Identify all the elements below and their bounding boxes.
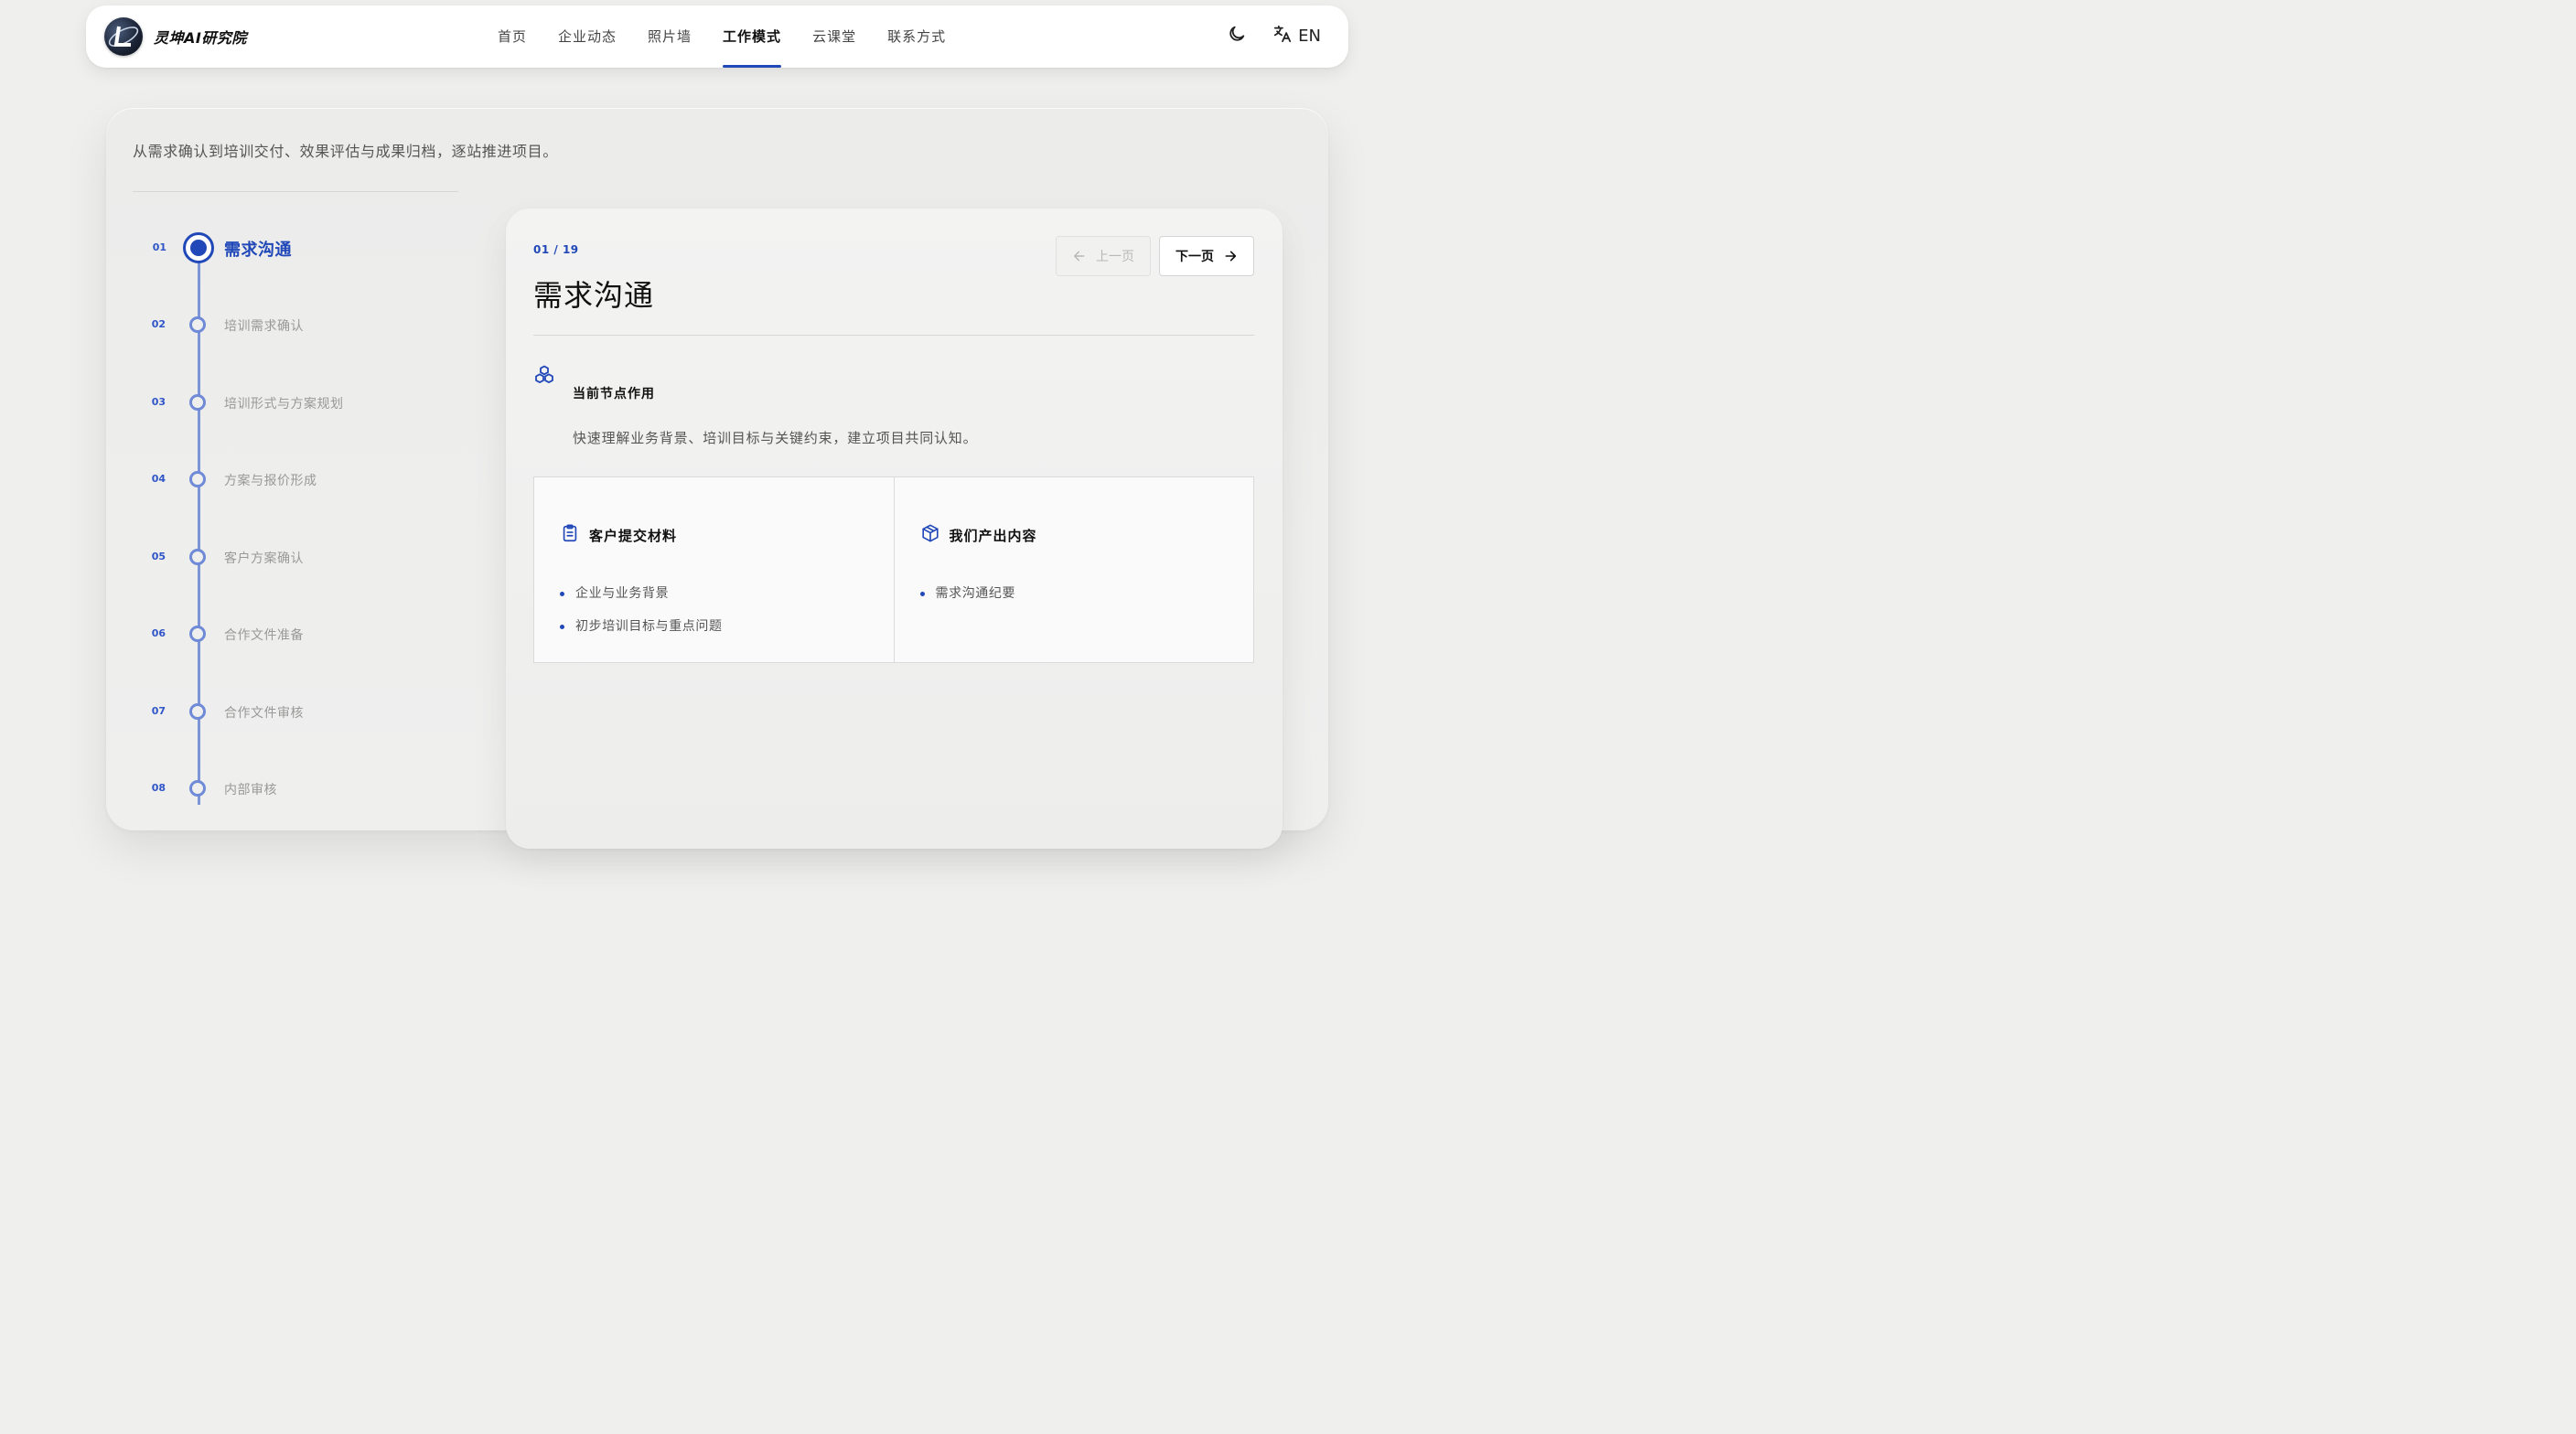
role-description: 快速理解业务背景、培训目标与关键约束，建立项目共同认知。	[573, 430, 978, 446]
list-item: 初步培训目标与重点问题	[560, 617, 723, 650]
box-header: 客户提交材料	[560, 523, 677, 547]
nav-item-contact[interactable]: 联系方式	[887, 5, 946, 68]
step-title: 需求沟通	[533, 278, 655, 313]
nav-item-work-mode[interactable]: 工作模式	[723, 5, 782, 68]
clipboard-icon	[560, 523, 580, 547]
role-heading: 当前节点作用	[573, 387, 655, 401]
main-nav: 首页 企业动态 照片墙 工作模式 云课堂 联系方式	[498, 5, 977, 68]
our-output-box: 我们产出内容 需求沟通纪要	[893, 477, 1254, 662]
prev-page-label: 上一页	[1096, 250, 1134, 264]
next-page-button[interactable]: 下一页	[1159, 236, 1254, 276]
intro-text: 从需求确认到培训交付、效果评估与成果归档，逐站推进项目。	[133, 143, 558, 160]
step-counter: 01 / 19	[533, 243, 579, 256]
brand[interactable]: 灵坤AI研究院	[104, 17, 247, 56]
step-label: 培训形式与方案规划	[224, 397, 344, 412]
step-marker	[189, 626, 206, 642]
arrow-left-icon	[1072, 249, 1087, 263]
step-marker	[189, 471, 206, 487]
step-number: 05	[151, 551, 166, 562]
step-label: 方案与报价形成	[224, 474, 317, 488]
deliverables-panel: 客户提交材料 企业与业务背景 初步培训目标与重点问题 我们产出内容 需求沟通纪要	[533, 476, 1254, 663]
nav-item-cloud-class[interactable]: 云课堂	[812, 5, 856, 68]
nav-item-photos[interactable]: 照片墙	[648, 5, 692, 68]
client-materials-box: 客户提交材料 企业与业务背景 初步培训目标与重点问题	[534, 477, 894, 662]
pager: 上一页 下一页	[1056, 236, 1254, 276]
list-item: 需求沟通纪要	[919, 584, 1016, 617]
cubes-icon	[533, 364, 555, 390]
box-title: 客户提交材料	[589, 527, 678, 544]
moon-icon	[1227, 24, 1247, 48]
our-output-list: 需求沟通纪要	[919, 584, 1016, 617]
step-number: 01	[152, 241, 166, 253]
step-detail-card: 01 / 19 需求沟通 上一页 下一页 当前节点作用 快速理解业务背景、培训目…	[506, 209, 1283, 849]
client-materials-list: 企业与业务背景 初步培训目标与重点问题	[560, 584, 723, 650]
step-label: 合作文件准备	[224, 628, 304, 643]
arrow-right-icon	[1223, 249, 1238, 263]
step-label: 培训需求确认	[224, 319, 304, 334]
step-number: 02	[151, 318, 166, 330]
nav-item-home[interactable]: 首页	[498, 5, 527, 68]
nav-item-news[interactable]: 企业动态	[558, 5, 617, 68]
divider	[533, 335, 1254, 336]
translate-icon	[1272, 24, 1293, 48]
step-number: 07	[151, 705, 166, 717]
step-marker-active	[183, 232, 214, 263]
step-marker	[189, 316, 206, 333]
step-marker	[189, 780, 206, 797]
prev-page-button[interactable]: 上一页	[1056, 236, 1151, 276]
theme-toggle-button[interactable]	[1227, 24, 1247, 48]
brand-logo	[104, 17, 143, 56]
step-label: 需求沟通	[224, 241, 292, 260]
language-toggle-button[interactable]: EN	[1272, 24, 1321, 48]
step-marker	[189, 394, 206, 411]
step-label: 客户方案确认	[224, 551, 304, 566]
list-item: 企业与业务背景	[560, 584, 723, 617]
nav-tools: EN	[1227, 24, 1321, 48]
step-label: 合作文件审核	[224, 706, 304, 721]
step-marker	[189, 549, 206, 565]
step-number: 04	[151, 473, 166, 485]
top-navbar: 灵坤AI研究院 首页 企业动态 照片墙 工作模式 云课堂 联系方式 EN	[86, 5, 1348, 68]
next-page-label: 下一页	[1175, 250, 1214, 264]
step-number: 06	[151, 627, 166, 639]
box-title: 我们产出内容	[949, 527, 1037, 544]
step-marker	[189, 703, 206, 720]
package-icon	[920, 523, 940, 547]
step-number: 08	[151, 782, 166, 794]
step-number: 03	[151, 396, 166, 408]
language-label: EN	[1298, 26, 1321, 46]
step-label: 内部审核	[224, 783, 277, 797]
divider	[133, 191, 458, 192]
box-header: 我们产出内容	[920, 523, 1037, 547]
brand-name: 灵坤AI研究院	[154, 29, 247, 47]
